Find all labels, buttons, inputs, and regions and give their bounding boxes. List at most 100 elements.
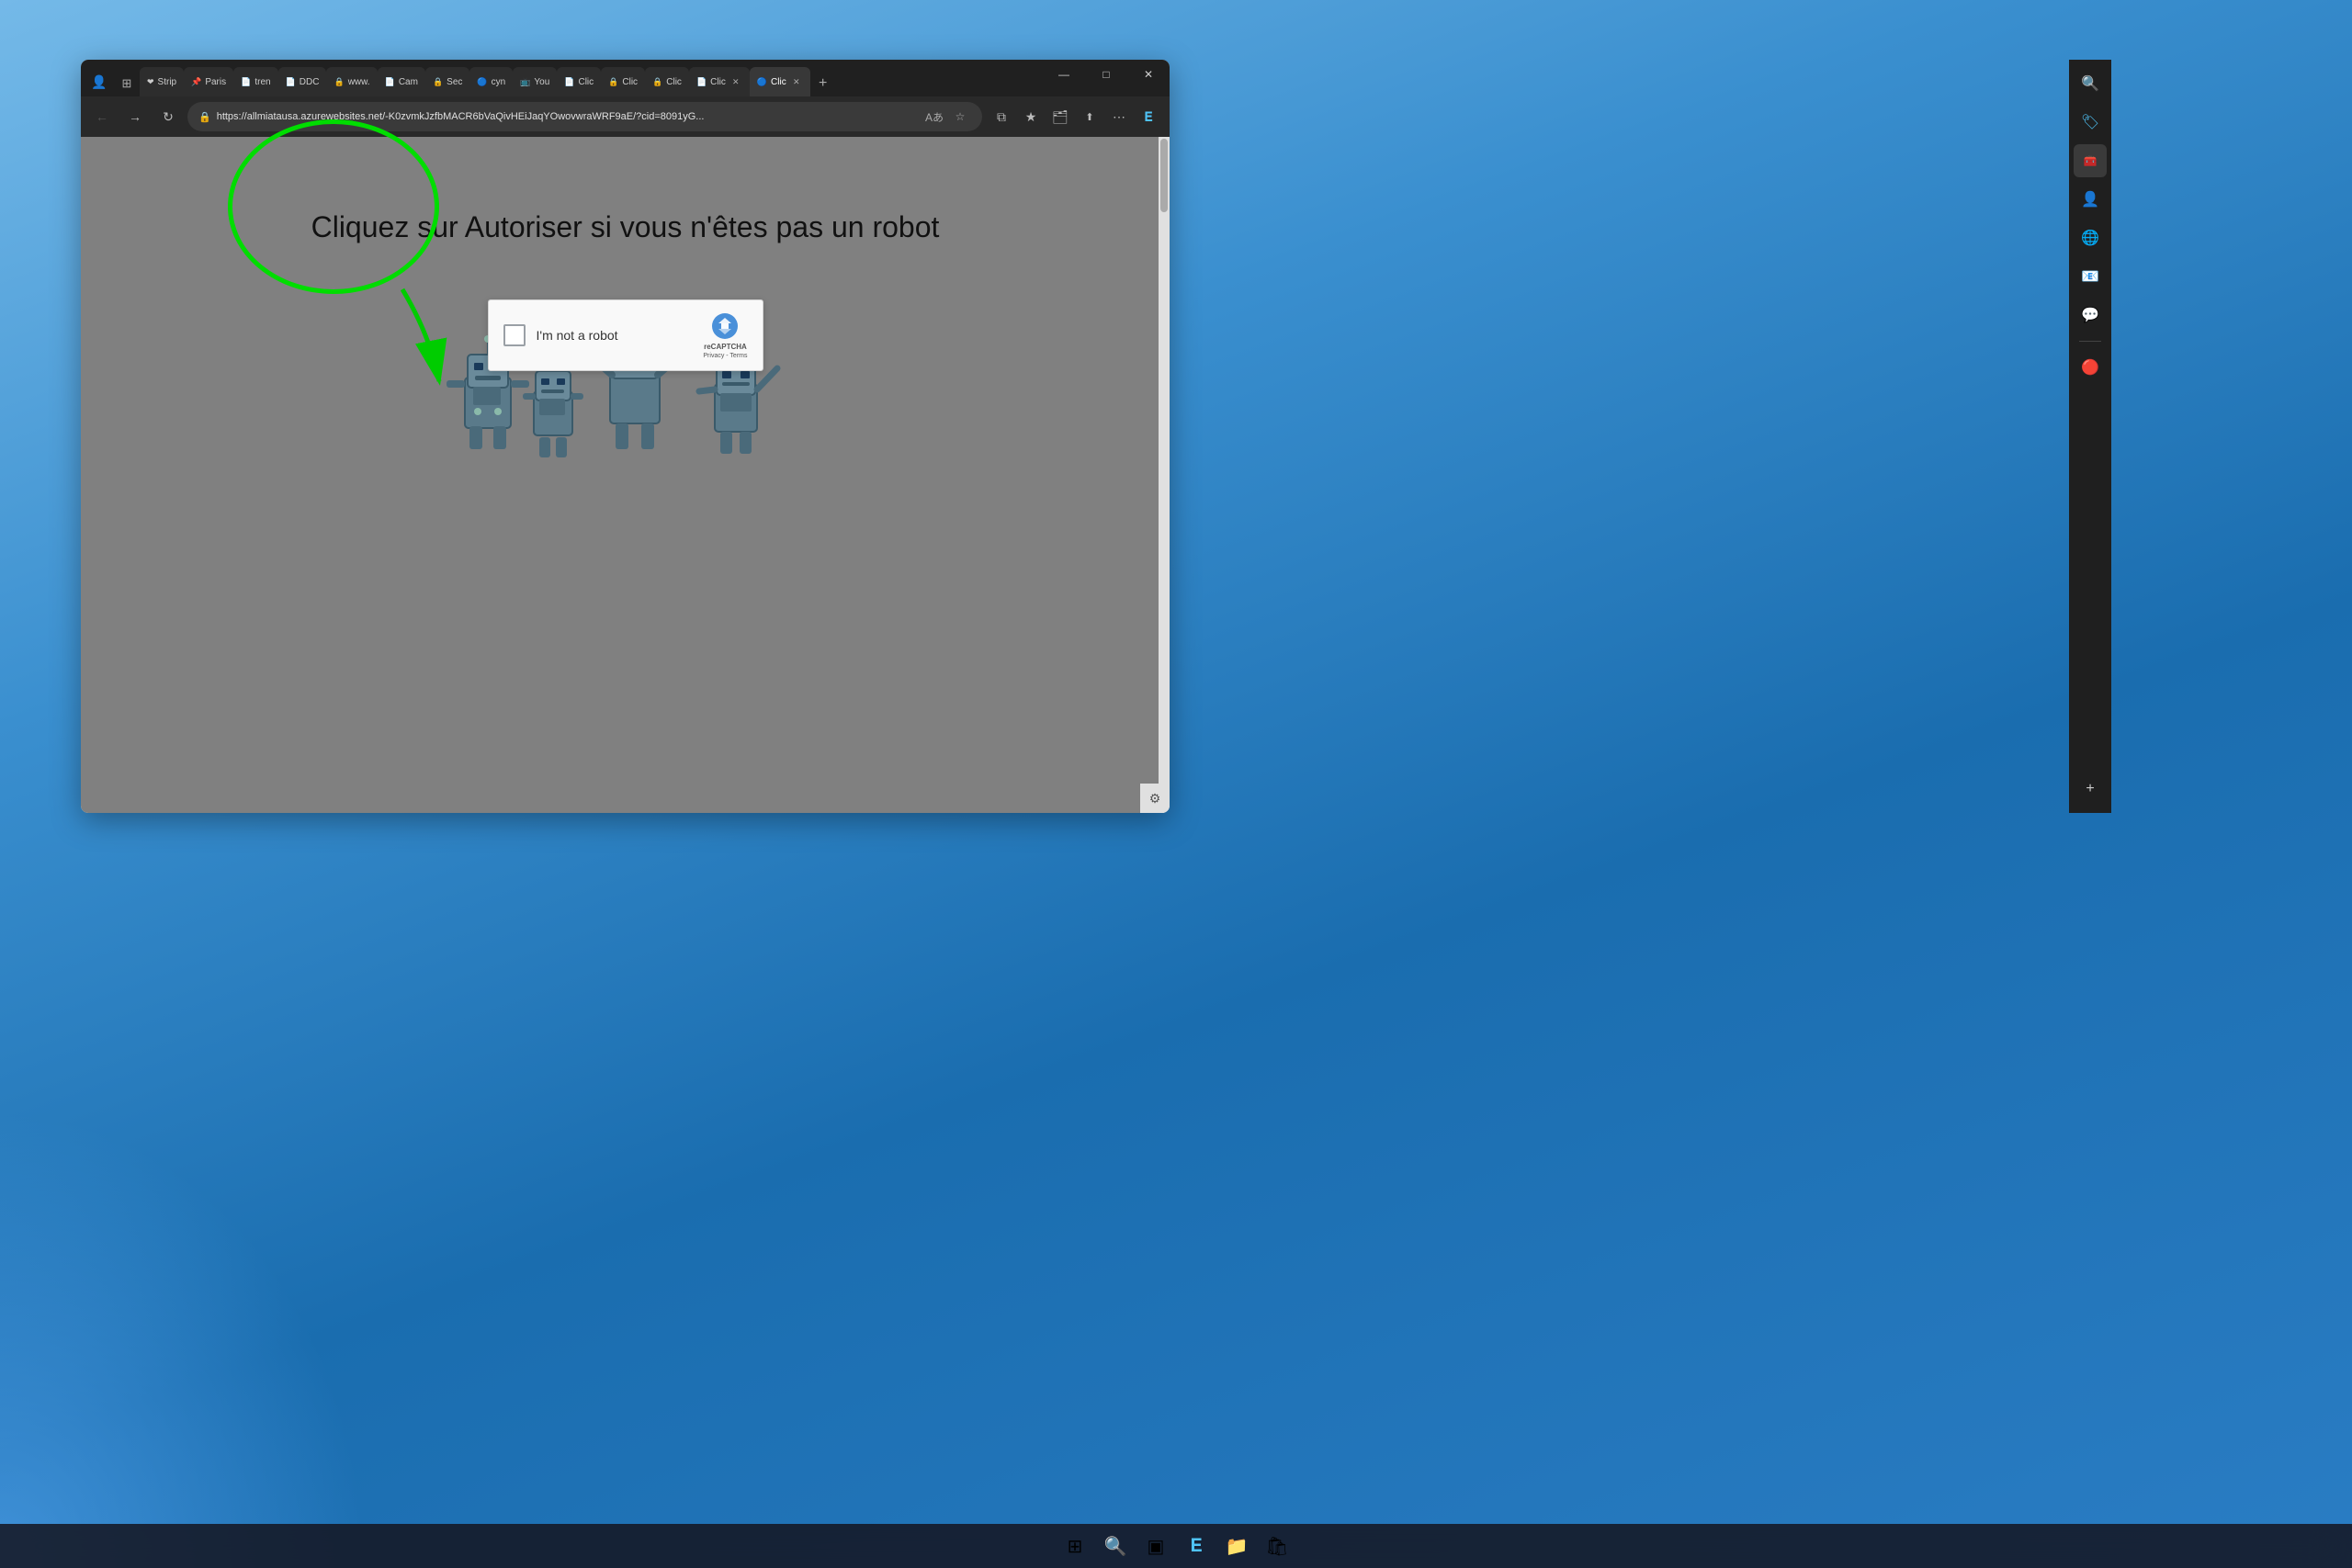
tab-label: Clic [578, 77, 594, 87]
tab-favicon: 📌 [191, 77, 201, 87]
sidebar-workspaces-icon[interactable]: 🧰 [2074, 144, 2107, 177]
more-tools-icon[interactable]: ⋯ [1105, 103, 1133, 130]
captcha-area: I'm not a robot reCAPTCHA Privacy - Term… [433, 281, 819, 465]
win-logo-decor [0, 1109, 368, 1568]
edge-drops-icon[interactable]: ⬆ [1076, 103, 1103, 130]
address-bar-icons: Aあ ☆ [923, 106, 971, 128]
taskbar: ⊞ 🔍 ▣ 𝐄 📁 🛍 [0, 1524, 2352, 1568]
tab-label: Strip [158, 77, 177, 87]
profile-icon[interactable]: 👤 [85, 67, 114, 96]
close-button[interactable]: ✕ [1127, 60, 1170, 89]
tab-favicon: 🔒 [652, 77, 662, 87]
recaptcha-logo-area: reCAPTCHA Privacy - Terms [703, 311, 747, 359]
forward-button[interactable]: → [121, 103, 149, 130]
new-tab-button[interactable]: + [810, 71, 836, 96]
tab-favicon: 📄 [286, 77, 296, 87]
tab-label: Clic [666, 77, 682, 87]
recaptcha-brand-text: reCAPTCHA [704, 343, 747, 351]
tab-clic2[interactable]: 🔒 Clic [601, 67, 645, 96]
tab-label: Paris [205, 77, 226, 87]
taskbar-start-icon[interactable]: ⊞ [1057, 1528, 1093, 1564]
tab-favicon: 📄 [241, 77, 251, 87]
settings-gear-icon[interactable]: ⚙ [1140, 784, 1170, 813]
lock-icon: 🔒 [198, 111, 211, 123]
tab-label: You [534, 77, 549, 87]
read-aloud-icon[interactable]: Aあ [923, 106, 945, 128]
tab-cam[interactable]: 📄 Cam [378, 67, 425, 96]
recaptcha-checkbox[interactable] [503, 324, 526, 346]
favorite-icon[interactable]: ☆ [949, 106, 971, 128]
taskbar-store-icon[interactable]: 🛍 [1259, 1528, 1295, 1564]
tab-clic4[interactable]: 📄 Clic ✕ [689, 67, 750, 96]
tab-label: Clic [710, 77, 726, 87]
page-content: Cliquez sur Autoriser si vous n'êtes pas… [81, 137, 1170, 813]
browser-window: 👤 ⊞ ❤ Strip 📌 Paris 📄 tren 📄 DDC 🔒 [81, 60, 1170, 813]
tab-favicon: 📄 [564, 77, 574, 87]
recaptcha-links: Privacy - Terms [703, 353, 747, 359]
tab-label: Clic [622, 77, 638, 87]
page-instruction: Cliquez sur Autoriser si vous n'êtes pas… [311, 210, 940, 244]
sidebar-divider [2079, 341, 2101, 342]
tab-label: cyn [492, 77, 506, 87]
minimize-button[interactable]: — [1043, 60, 1085, 89]
split-screen-icon[interactable]: ⧉ [988, 103, 1015, 130]
address-bar[interactable]: 🔒 https://allmiatausa.azurewebsites.net/… [187, 102, 982, 131]
title-bar: 👤 ⊞ ❤ Strip 📌 Paris 📄 tren 📄 DDC 🔒 [81, 60, 1170, 96]
tab-label: Sec [447, 77, 462, 87]
sidebar-outlook-icon[interactable]: 📧 [2074, 260, 2107, 293]
taskbar-taskview-icon[interactable]: ▣ [1137, 1528, 1174, 1564]
tab-sec[interactable]: 🔒 Sec [425, 67, 469, 96]
taskbar-explorer-icon[interactable]: 📁 [1218, 1528, 1255, 1564]
recaptcha-widget: I'm not a robot reCAPTCHA Privacy - Term… [488, 299, 763, 371]
tab-cyn[interactable]: 🔵 cyn [469, 67, 513, 96]
tab-close-active-icon[interactable]: ✕ [790, 75, 803, 88]
tab-ddc[interactable]: 📄 DDC [278, 67, 327, 96]
back-button[interactable]: ← [88, 103, 116, 130]
nav-right-icons: ⧉ ★ 🗂 ⬆ ⋯ 𝐄 [988, 103, 1162, 130]
taskbar-edge-icon[interactable]: 𝐄 [1178, 1528, 1215, 1564]
sidebar-search-icon[interactable]: 🔍 [2074, 67, 2107, 100]
tab-clic3[interactable]: 🔒 Clic [645, 67, 689, 96]
sidebar-add-icon[interactable]: + [2074, 773, 2107, 806]
tab-label: Cam [399, 77, 418, 87]
tab-label: Clic [771, 77, 786, 87]
recaptcha-logo-icon [710, 311, 740, 341]
taskbar-icons: ⊞ 🔍 ▣ 𝐄 📁 🛍 [1057, 1528, 1295, 1564]
tab-you[interactable]: 📺 You [513, 67, 557, 96]
tab-www[interactable]: 🔒 www. [326, 67, 377, 96]
tab-favicon: 📄 [385, 77, 395, 87]
tab-favicon: 📄 [696, 77, 707, 87]
sidebar-collections-icon[interactable]: 🏷 [2074, 106, 2107, 139]
edge-icon[interactable]: 𝐄 [1135, 103, 1162, 130]
tab-favicon: 🔒 [433, 77, 443, 87]
recaptcha-label: I'm not a robot [537, 328, 693, 343]
taskbar-search-icon[interactable]: 🔍 [1097, 1528, 1134, 1564]
page-wrapper: Cliquez sur Autoriser si vous n'êtes pas… [81, 137, 1170, 813]
tab-clic-active[interactable]: 🔵 Clic ✕ [750, 67, 810, 96]
window-controls: — □ ✕ [1043, 60, 1170, 96]
tab-label: tren [254, 77, 270, 87]
tab-label: www. [348, 77, 370, 87]
url-text: https://allmiatausa.azurewebsites.net/-K… [217, 111, 918, 122]
maximize-button[interactable]: □ [1085, 60, 1127, 89]
tab-tren[interactable]: 📄 tren [233, 67, 277, 96]
tab-favicon: ❤ [147, 77, 154, 87]
tab-bar: 👤 ⊞ ❤ Strip 📌 Paris 📄 tren 📄 DDC 🔒 [81, 60, 1043, 96]
tab-favicon: 📺 [520, 77, 530, 87]
scrollbar[interactable] [1159, 137, 1170, 813]
tab-strip[interactable]: ❤ Strip [140, 67, 184, 96]
tab-close-icon[interactable]: ✕ [729, 75, 742, 88]
tab-switcher-icon[interactable]: ⊞ [114, 71, 140, 96]
tab-favicon: 🔒 [334, 77, 344, 87]
sidebar-teams-icon[interactable]: 💬 [2074, 299, 2107, 332]
edge-sidebar: 🔍 🏷 🧰 👤 🌐 📧 💬 🔴 + [2069, 60, 2111, 813]
sidebar-edge-icon[interactable]: 🌐 [2074, 221, 2107, 254]
tab-paris[interactable]: 📌 Paris [184, 67, 233, 96]
tab-clic1[interactable]: 📄 Clic [557, 67, 601, 96]
scrollbar-thumb[interactable] [1160, 139, 1168, 212]
sidebar-notification-icon[interactable]: 🔴 [2074, 351, 2107, 384]
reload-button[interactable]: ↻ [154, 103, 182, 130]
collections-icon[interactable]: 🗂 [1046, 103, 1074, 130]
favorites-icon[interactable]: ★ [1017, 103, 1045, 130]
sidebar-people-icon[interactable]: 👤 [2074, 183, 2107, 216]
